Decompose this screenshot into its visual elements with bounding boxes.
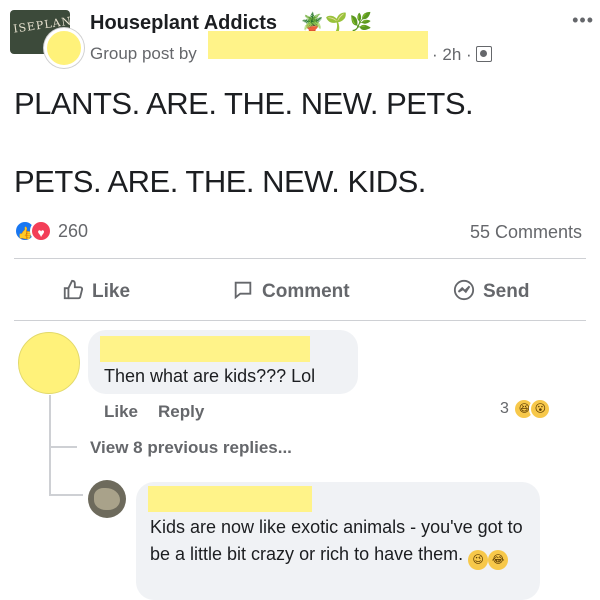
group-post-by-label: Group post by (90, 44, 197, 63)
love-reaction-icon: ♥ (30, 220, 52, 242)
comment-label: Comment (262, 281, 350, 302)
comment-reaction-summary[interactable]: 3 😆 😮 (500, 398, 552, 420)
messenger-icon (453, 279, 475, 301)
thumbs-up-icon (63, 279, 84, 300)
comment-reply-button[interactable]: Reply (158, 402, 204, 421)
comment-text: Then what are kids??? Lol (104, 366, 316, 386)
like-label: Like (92, 281, 131, 302)
reaction-summary[interactable]: 👍 ♥ 260 (14, 220, 88, 246)
comment-button[interactable]: Comment (232, 278, 350, 306)
reply-text: Kids are now like exotic animals - you'v… (150, 514, 534, 570)
comment-actions: Like Reply (104, 402, 224, 422)
send-label: Send (483, 281, 530, 302)
reaction-count: 260 (58, 220, 89, 241)
commenter-name-redacted[interactable] (100, 336, 310, 362)
more-options-icon[interactable]: ••• (572, 10, 594, 31)
replier-avatar[interactable] (88, 480, 126, 518)
post-timestamp[interactable]: · 2h · (432, 45, 492, 65)
group-avatar[interactable]: ISEPLANT (10, 10, 84, 70)
replier-name-redacted[interactable] (148, 486, 312, 512)
reply-thread-connector (49, 494, 83, 496)
post-time-text: · 2h · (432, 45, 472, 64)
reply-text-body: Kids are now like exotic animals - you'v… (150, 517, 523, 564)
post-text-line-2: PETS. ARE. THE. NEW. KIDS. (14, 164, 426, 199)
commenter-avatar-redacted[interactable] (18, 332, 80, 394)
post-text-line-1: PLANTS. ARE. THE. NEW. PETS. (14, 86, 474, 121)
divider (14, 258, 586, 259)
members-audience-icon (475, 46, 492, 62)
group-plant-icons: 🪴🌱🌿 (301, 12, 375, 32)
view-previous-replies-link[interactable]: View 8 previous replies... (90, 438, 292, 458)
comment-reaction-count: 3 (500, 400, 509, 418)
like-button[interactable]: Like (62, 278, 130, 306)
comment-like-button[interactable]: Like (104, 402, 138, 421)
poster-name-redacted[interactable] (208, 31, 428, 59)
send-button[interactable]: Send (453, 278, 529, 306)
reply-thread-line (49, 395, 51, 495)
wow-reaction-icon: 😮 (529, 398, 552, 420)
laughing-emoji-icon: 😂 (488, 550, 509, 570)
comments-count[interactable]: 55 Comments (470, 222, 582, 243)
poster-avatar-redacted[interactable] (44, 28, 84, 68)
wink-emoji-icon: 😉 (468, 550, 489, 570)
divider (14, 320, 586, 321)
comment-bubble-icon (234, 281, 252, 300)
reply-thread-connector (49, 446, 77, 448)
